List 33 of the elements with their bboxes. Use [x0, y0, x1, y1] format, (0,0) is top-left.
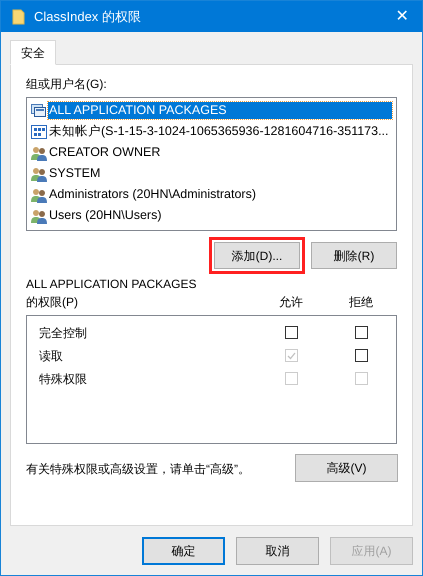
button[interactable]: 删除(R) [311, 242, 397, 269]
users-icon [31, 144, 47, 160]
users-icon [31, 186, 47, 202]
tab[interactable]: 安全 [10, 40, 56, 65]
list-item[interactable]: CREATOR OWNER [48, 144, 162, 161]
column-header: 拒绝 [348, 294, 374, 311]
checkbox[interactable] [354, 349, 368, 362]
permissions-label: 的权限(P) [26, 294, 79, 311]
checkbox[interactable] [284, 326, 298, 339]
permission-name: 完全控制 [38, 324, 88, 342]
users-icon [31, 166, 47, 182]
advanced-button[interactable]: 高级(V) [295, 454, 398, 482]
permissions-label: ALL APPLICATION PACKAGES [26, 276, 198, 293]
list-item[interactable]: SYSTEM [48, 165, 102, 182]
users-icon [31, 208, 47, 224]
button[interactable]: 添加(D)... [214, 242, 300, 269]
list-item[interactable]: Users (20HN\Users) [48, 207, 163, 224]
permission-name: 读取 [38, 348, 64, 364]
button[interactable]: 确定 [142, 537, 225, 565]
close-button[interactable]: ✕ [390, 4, 414, 28]
grid-icon [31, 124, 47, 140]
package-icon [31, 102, 47, 118]
folder-icon [12, 8, 26, 24]
group-label: 组或用户名(G): [26, 76, 108, 93]
permission-name: 特殊权限 [38, 370, 88, 388]
list-item[interactable]: ALL APPLICATION PACKAGES [48, 102, 392, 119]
list-item[interactable]: Administrators (20HN\Administrators) [48, 186, 257, 203]
checkbox[interactable] [354, 326, 368, 339]
column-header: 允许 [278, 294, 304, 311]
advanced-note: 有关特殊权限或高级设置，请单击“高级”。 [26, 461, 250, 478]
button[interactable]: 取消 [236, 537, 319, 565]
list-item[interactable]: 未知帐户(S-1-15-3-1024-1065365936-1281604716-351173... [48, 123, 390, 140]
window-title: ClassIndex 的权限 [34, 8, 141, 26]
